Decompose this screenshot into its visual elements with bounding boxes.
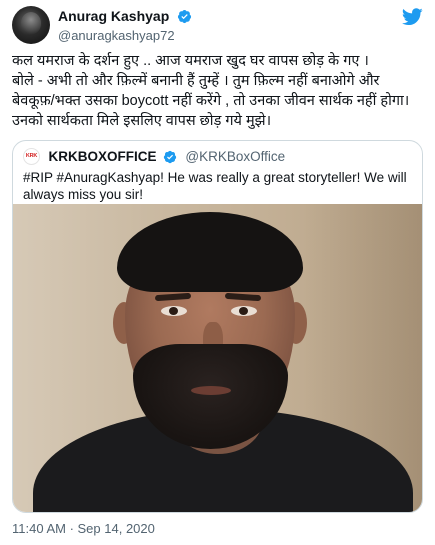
tweet-header: Anurag Kashyap @anuragkashyap72	[12, 6, 423, 46]
tweet-text: कल यमराज के दर्शन हुए .. आज यमराज खुद घर…	[12, 53, 410, 129]
quoted-tweet-photo[interactable]	[13, 204, 422, 512]
verified-badge-icon	[177, 10, 191, 24]
quoted-author-avatar[interactable]	[23, 148, 40, 166]
author-handle[interactable]: @anuragkashyap72	[58, 27, 192, 44]
tweet-card: Anurag Kashyap @anuragkashyap72 कल यमराज…	[0, 0, 435, 545]
quoted-tweet-header: KRKBOXOFFICE @KRKBoxOffice	[23, 148, 285, 166]
quoted-author-display-name[interactable]: KRKBOXOFFICE	[48, 149, 156, 164]
photo-eye-right	[231, 306, 257, 316]
author-display-name[interactable]: Anurag Kashyap	[58, 8, 169, 25]
quoted-tweet[interactable]: KRKBOXOFFICE @KRKBoxOffice #RIP #AnuragK…	[12, 140, 423, 513]
photo-hair	[117, 212, 303, 292]
verified-badge-icon	[163, 150, 177, 163]
quoted-tweet-text: #RIP #AnuragKashyap! He was really a gre…	[23, 170, 407, 202]
author-info[interactable]: Anurag Kashyap @anuragkashyap72	[58, 8, 192, 44]
photo-mouth	[191, 386, 231, 395]
quoted-author-handle[interactable]: @KRKBoxOffice	[185, 149, 285, 164]
photo-eye-left	[161, 306, 187, 316]
twitter-bird-icon[interactable]	[402, 8, 423, 26]
tweet-timestamp[interactable]: 11:40 AM · Sep 14, 2020	[12, 520, 155, 537]
author-avatar[interactable]	[12, 6, 50, 44]
